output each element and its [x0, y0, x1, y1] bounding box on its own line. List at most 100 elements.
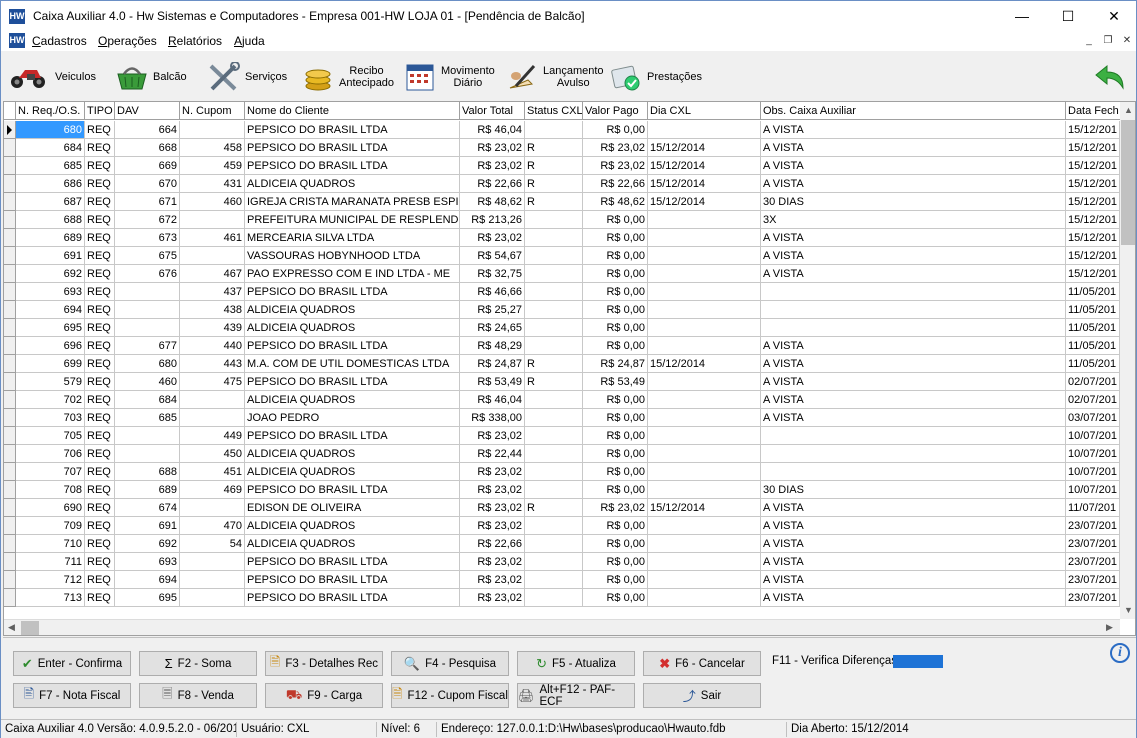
cell-data-fech[interactable]: 15/12/201 [1066, 247, 1120, 265]
table-row[interactable]: 687 REQ 671 460 IGREJA CRISTA MARANATA PRESB… [4, 193, 1120, 211]
cell-cliente[interactable]: JOAO PEDRO [245, 409, 460, 427]
cell-cliente[interactable]: PAO EXPRESSO COM E IND LTDA - ME [245, 265, 460, 283]
cell-dav[interactable]: 671 [115, 193, 180, 211]
cell-obs[interactable]: A VISTA [761, 355, 1066, 373]
cell-status[interactable]: R [525, 373, 583, 391]
cell-req[interactable]: 713 [16, 589, 85, 607]
cell-dav[interactable]: 689 [115, 481, 180, 499]
cell-valor-pago[interactable]: R$ 0,00 [583, 247, 648, 265]
cell-cliente[interactable]: PEPSICO DO BRASIL LTDA [245, 337, 460, 355]
col-header-valor-pago[interactable]: Valor Pago [583, 102, 648, 120]
cell-dia-cxl[interactable] [648, 571, 761, 589]
cell-req[interactable]: 706 [16, 445, 85, 463]
cell-status[interactable]: R [525, 157, 583, 175]
row-indicator[interactable] [4, 589, 16, 607]
cell-tipo[interactable]: REQ [85, 391, 115, 409]
col-header-cliente[interactable]: Nome do Cliente [245, 102, 460, 120]
cell-status[interactable] [525, 553, 583, 571]
cell-req[interactable]: 709 [16, 517, 85, 535]
cell-dia-cxl[interactable] [648, 265, 761, 283]
cell-dia-cxl[interactable] [648, 589, 761, 607]
table-row[interactable]: 705 REQ 449 PEPSICO DO BRASIL LTDA R$ 23,02 R… [4, 427, 1120, 445]
cell-dia-cxl[interactable] [648, 445, 761, 463]
cell-tipo[interactable]: REQ [85, 229, 115, 247]
sum-button[interactable]: Σ F2 - Soma [139, 651, 257, 676]
pending-grid[interactable]: N. Req./O.S. TIPO DAV N. Cupom Nome do C… [3, 101, 1136, 636]
cell-tipo[interactable]: REQ [85, 553, 115, 571]
cell-valor-total[interactable]: R$ 23,02 [460, 481, 525, 499]
cell-valor-total[interactable]: R$ 24,65 [460, 319, 525, 337]
table-row[interactable]: 686 REQ 670 431 ALDICEIA QUADROS R$ 22,66 R R$ … [4, 175, 1120, 193]
cell-obs[interactable]: A VISTA [761, 139, 1066, 157]
cell-status[interactable]: R [525, 499, 583, 517]
table-row[interactable]: 699 REQ 680 443 M.A. COM DE UTIL DOMESTICAS … [4, 355, 1120, 373]
cell-obs[interactable]: A VISTA [761, 589, 1066, 607]
cell-obs[interactable] [761, 445, 1066, 463]
cell-obs[interactable]: A VISTA [761, 571, 1066, 589]
cell-status[interactable] [525, 301, 583, 319]
cell-tipo[interactable]: REQ [85, 247, 115, 265]
cell-cupom[interactable]: 470 [180, 517, 245, 535]
cell-data-fech[interactable]: 10/07/201 [1066, 463, 1120, 481]
vertical-scrollbar[interactable]: ▲ ▼ [1120, 102, 1135, 619]
cell-cupom[interactable]: 458 [180, 139, 245, 157]
cell-req[interactable]: 686 [16, 175, 85, 193]
cell-status[interactable]: R [525, 175, 583, 193]
cell-cupom[interactable]: 439 [180, 319, 245, 337]
cell-valor-total[interactable]: R$ 23,02 [460, 553, 525, 571]
scroll-right-icon[interactable]: ▶ [1106, 622, 1113, 633]
table-row[interactable]: 693 REQ 437 PEPSICO DO BRASIL LTDA R$ 46,66 R… [4, 283, 1120, 301]
cell-cliente[interactable]: ALDICEIA QUADROS [245, 391, 460, 409]
row-indicator[interactable] [4, 175, 16, 193]
cell-data-fech[interactable]: 15/12/201 [1066, 211, 1120, 229]
cell-valor-total[interactable]: R$ 46,04 [460, 121, 525, 139]
toolbar-prestacoes-button[interactable]: Prestações [607, 56, 702, 98]
cell-data-fech[interactable]: 15/12/201 [1066, 265, 1120, 283]
cell-status[interactable] [525, 445, 583, 463]
cell-cupom[interactable]: 449 [180, 427, 245, 445]
cell-dav[interactable]: 691 [115, 517, 180, 535]
table-row[interactable]: 702 REQ 684 ALDICEIA QUADROS R$ 46,04 R$ 0,00… [4, 391, 1120, 409]
table-row[interactable]: 680 REQ 664 PEPSICO DO BRASIL LTDA R$ 46,04 R… [4, 121, 1120, 139]
cupom-fiscal-button[interactable]: 🗎 F12 - Cupom Fiscal [391, 683, 509, 708]
cell-cliente[interactable]: PEPSICO DO BRASIL LTDA [245, 121, 460, 139]
cell-dia-cxl[interactable] [648, 463, 761, 481]
cell-data-fech[interactable]: 15/12/201 [1066, 139, 1120, 157]
cell-dav[interactable] [115, 319, 180, 337]
cell-cliente[interactable]: ALDICEIA QUADROS [245, 517, 460, 535]
cell-data-fech[interactable]: 03/07/201 [1066, 409, 1120, 427]
cell-tipo[interactable]: REQ [85, 463, 115, 481]
cell-cliente[interactable]: PREFEITURA MUNICIPAL DE RESPLENDOR [245, 211, 460, 229]
cell-data-fech[interactable]: 23/07/201 [1066, 517, 1120, 535]
cell-status[interactable] [525, 337, 583, 355]
cell-dia-cxl[interactable] [648, 247, 761, 265]
cell-valor-pago[interactable]: R$ 0,00 [583, 301, 648, 319]
cell-valor-pago[interactable]: R$ 48,62 [583, 193, 648, 211]
cell-dav[interactable]: 673 [115, 229, 180, 247]
cell-dav[interactable]: 684 [115, 391, 180, 409]
cell-req[interactable]: 690 [16, 499, 85, 517]
cell-tipo[interactable]: REQ [85, 211, 115, 229]
cell-status[interactable] [525, 463, 583, 481]
cell-cupom[interactable]: 469 [180, 481, 245, 499]
cell-req[interactable]: 699 [16, 355, 85, 373]
cell-cliente[interactable]: ALDICEIA QUADROS [245, 535, 460, 553]
cell-dav[interactable]: 672 [115, 211, 180, 229]
row-indicator[interactable] [4, 535, 16, 553]
cell-req[interactable]: 692 [16, 265, 85, 283]
row-indicator[interactable] [4, 139, 16, 157]
cell-cliente[interactable]: ALDICEIA QUADROS [245, 445, 460, 463]
row-indicator[interactable] [4, 337, 16, 355]
cell-valor-total[interactable]: R$ 22,44 [460, 445, 525, 463]
cell-valor-pago[interactable]: R$ 0,00 [583, 553, 648, 571]
cell-data-fech[interactable]: 02/07/201 [1066, 373, 1120, 391]
cell-dia-cxl[interactable] [648, 427, 761, 445]
cell-obs[interactable]: A VISTA [761, 337, 1066, 355]
cell-status[interactable] [525, 535, 583, 553]
cell-valor-pago[interactable]: R$ 23,02 [583, 157, 648, 175]
table-row[interactable]: 685 REQ 669 459 PEPSICO DO BRASIL LTDA R$ 23,… [4, 157, 1120, 175]
cell-req[interactable]: 680 [16, 121, 85, 139]
cell-tipo[interactable]: REQ [85, 535, 115, 553]
cell-obs[interactable]: A VISTA [761, 499, 1066, 517]
cell-tipo[interactable]: REQ [85, 265, 115, 283]
